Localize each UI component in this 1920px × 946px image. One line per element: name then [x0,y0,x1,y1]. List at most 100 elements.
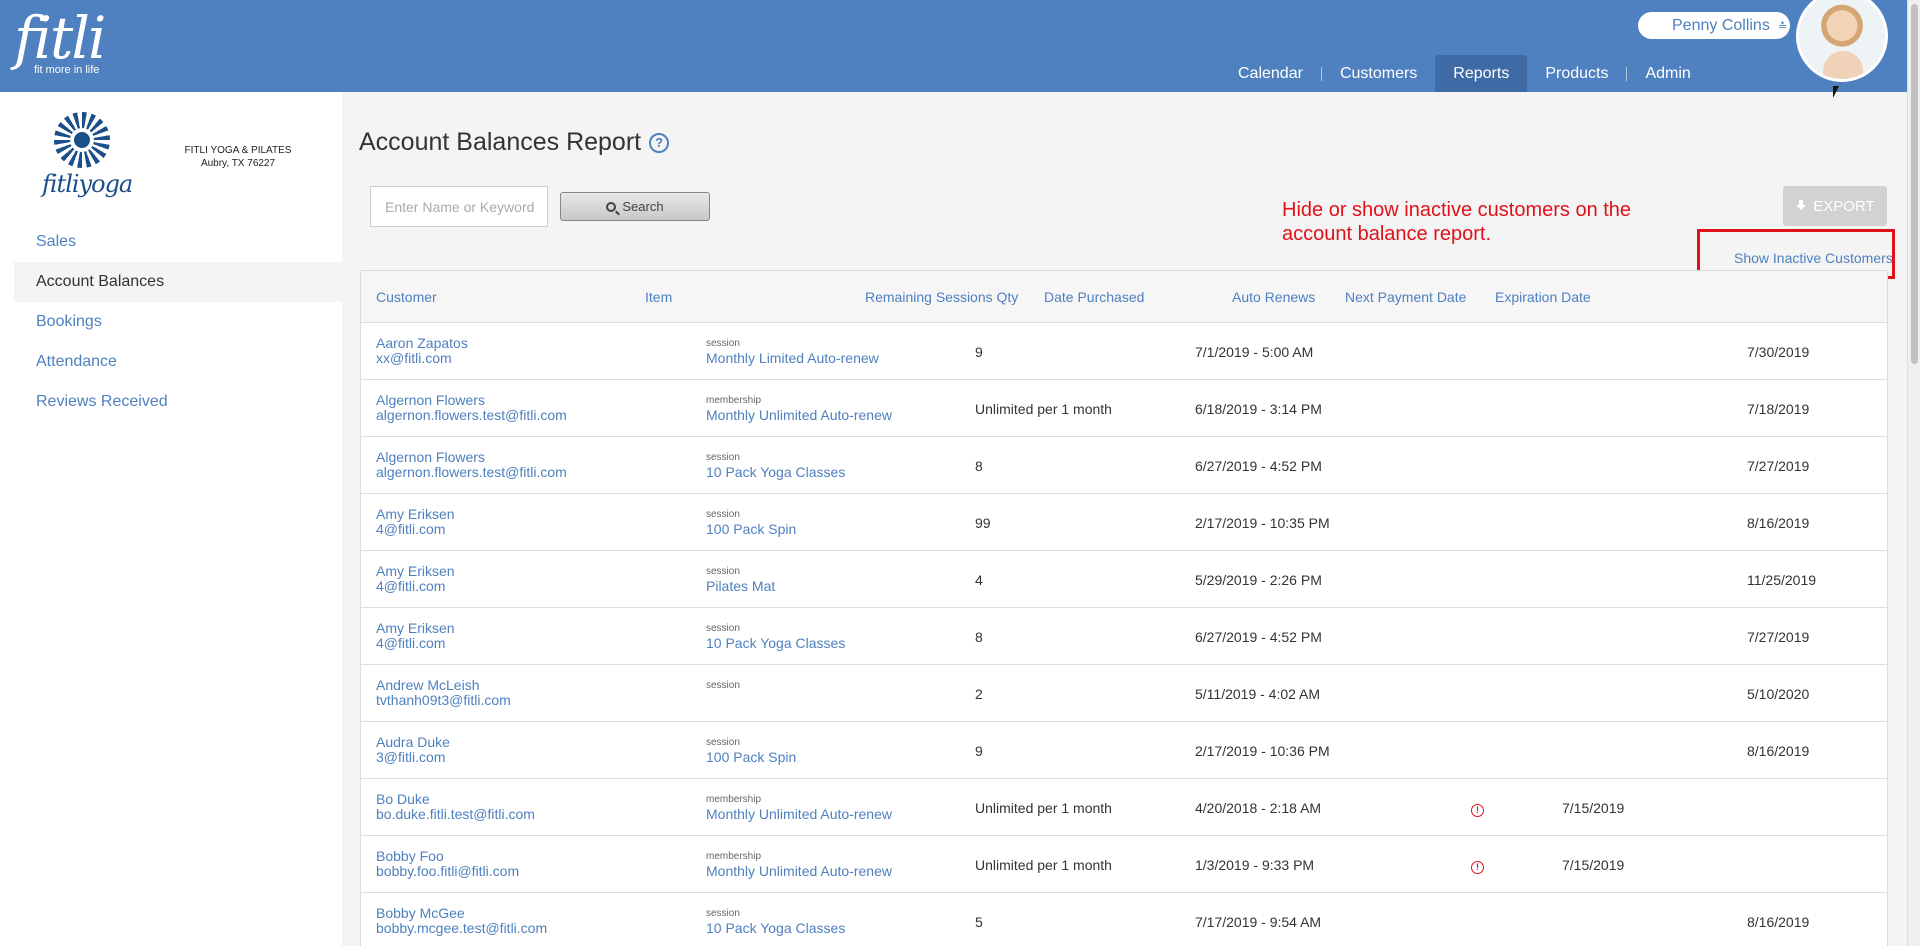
customer-cell: Amy Eriksen 4@fitli.com [376,621,455,651]
nav-products[interactable]: Products [1527,55,1626,92]
customer-name-link[interactable]: Audra Duke [376,735,450,750]
date-purchased-cell: 6/27/2019 - 4:52 PM [1195,629,1322,645]
item-name-link[interactable]: 10 Pack Yoga Classes [706,921,845,936]
nav-calendar[interactable]: Calendar [1220,55,1321,92]
item-name-link[interactable]: 10 Pack Yoga Classes [706,636,845,651]
item-cell: session Monthly Limited Auto-renew [706,336,879,366]
table-row: Bobby McGee bobby.mcgee.test@fitli.com ses… [361,893,1887,946]
nav-admin[interactable]: Admin [1627,55,1708,92]
column-header-date-purchased[interactable]: Date Purchased [1044,289,1144,305]
item-name-link[interactable]: 100 Pack Spin [706,750,796,765]
sidebar-item-account-balances[interactable]: Account Balances [14,262,342,302]
remaining-sessions-cell: 99 [975,515,991,531]
customer-name-link[interactable]: Amy Eriksen [376,621,455,636]
customer-email-link[interactable]: xx@fitli.com [376,351,468,366]
expiration-date-cell: 7/27/2019 [1747,629,1810,645]
sidebar-item-bookings[interactable]: Bookings [14,302,342,342]
item-cell: session 100 Pack Spin [706,735,796,765]
business-info: FITLI YOGA & PILATES Aubry, TX 76227 [168,144,308,170]
expiration-date-cell: 7/30/2019 [1747,344,1810,360]
customer-name-link[interactable]: Amy Eriksen [376,507,455,522]
sidebar-item-attendance[interactable]: Attendance [14,342,342,382]
scrollbar-thumb[interactable] [1911,4,1918,364]
item-cell: membership Monthly Unlimited Auto-renew [706,792,892,822]
search-button[interactable]: Search [560,192,710,221]
expiration-date-cell: 11/25/2019 [1747,572,1817,588]
customer-email-link[interactable]: 4@fitli.com [376,579,455,594]
column-header-auto-renews[interactable]: Auto Renews [1232,289,1315,305]
customer-name-link[interactable]: Aaron Zapatos [376,336,468,351]
date-purchased-cell: 1/3/2019 - 9:33 PM [1195,857,1315,873]
column-header-expiration-date[interactable]: Expiration Date [1495,289,1591,305]
column-header-remaining-sessions-qty[interactable]: Remaining Sessions Qty [865,289,1018,305]
customer-email-link[interactable]: algernon.flowers.test@fitli.com [376,465,567,480]
show-inactive-customers-link[interactable]: Show Inactive Customers [1734,250,1893,266]
customer-cell: Aaron Zapatos xx@fitli.com [376,336,468,366]
customer-name-link[interactable]: Algernon Flowers [376,450,567,465]
column-header-customer[interactable]: Customer [376,289,437,305]
item-cell: session 100 Pack Spin [706,507,796,537]
item-name-link[interactable]: Monthly Unlimited Auto-renew [706,864,892,879]
page-scrollbar[interactable] [1907,0,1920,946]
customer-name-link[interactable]: Bo Duke [376,792,535,807]
date-purchased-cell: 5/11/2019 - 4:02 AM [1195,686,1321,702]
user-menu-button[interactable]: Penny Collins ≛ [1638,12,1790,39]
customer-email-link[interactable]: 3@fitli.com [376,750,450,765]
column-header-item[interactable]: Item [645,289,672,305]
business-name: FITLI YOGA & PILATES [184,145,292,156]
remaining-sessions-cell: Unlimited per 1 month [975,401,1112,417]
table-row: Amy Eriksen 4@fitli.com session 10 Pack Yog… [361,608,1887,665]
item-type: membership [706,794,762,805]
expiration-date-cell: 8/16/2019 [1747,914,1810,930]
export-button[interactable]: EXPORT [1783,186,1887,226]
customer-email-link[interactable]: algernon.flowers.test@fitli.com [376,408,567,423]
next-payment-date-cell: 7/15/2019 [1562,857,1625,873]
column-header-next-payment-date[interactable]: Next Payment Date [1345,289,1466,305]
expiration-date-cell: 7/27/2019 [1747,458,1810,474]
remaining-sessions-cell: Unlimited per 1 month [975,800,1112,816]
customer-email-link[interactable]: 4@fitli.com [376,636,455,651]
item-name-link[interactable]: Monthly Unlimited Auto-renew [706,807,892,822]
item-name-link[interactable]: Monthly Unlimited Auto-renew [706,408,892,423]
item-type: session [706,737,740,748]
date-purchased-cell: 2/17/2019 - 10:36 PM [1195,743,1330,759]
item-name-link[interactable]: 10 Pack Yoga Classes [706,465,845,480]
customer-email-link[interactable]: bo.duke.fitli.test@fitli.com [376,807,535,822]
fitli-logo[interactable]: fitli fit more in life [14,6,106,76]
remaining-sessions-cell: 8 [975,458,983,474]
sidebar: fitliyoga FITLI YOGA & PILATES Aubry, TX… [0,92,342,946]
search-input[interactable] [370,186,548,227]
sun-logo-icon [54,112,110,168]
date-purchased-cell: 2/17/2019 - 10:35 PM [1195,515,1330,531]
customer-email-link[interactable]: bobby.mcgee.test@fitli.com [376,921,547,936]
auto-renews-cell: ! [1471,857,1484,874]
avatar[interactable] [1796,0,1888,82]
customer-name-link[interactable]: Bobby McGee [376,906,547,921]
item-type: session [706,452,740,463]
customer-name-link[interactable]: Andrew McLeish [376,678,511,693]
table-body: Aaron Zapatos xx@fitli.com session Monthly … [361,323,1887,946]
customer-name-link[interactable]: Algernon Flowers [376,393,567,408]
help-icon[interactable]: ? [649,132,670,153]
item-name-link[interactable]: Pilates Mat [706,579,775,594]
customer-name-link[interactable]: Bobby Foo [376,849,519,864]
sidebar-item-reviews-received[interactable]: Reviews Received [14,382,342,422]
table-row: Algernon Flowers algernon.flowers.test@fi… [361,437,1887,494]
date-purchased-cell: 4/20/2018 - 2:18 AM [1195,800,1322,816]
alert-circle-icon[interactable]: ! [1471,804,1484,817]
nav-customers[interactable]: Customers [1322,55,1435,92]
customer-email-link[interactable]: tvthanh09t3@fitli.com [376,693,511,708]
item-name-link[interactable]: Monthly Limited Auto-renew [706,351,879,366]
customer-name-link[interactable]: Amy Eriksen [376,564,455,579]
nav-reports[interactable]: Reports [1435,55,1528,92]
item-name-link[interactable]: 100 Pack Spin [706,522,796,537]
main-nav: Calendar Customers Reports Products Admin [1220,55,1709,92]
customer-email-link[interactable]: bobby.foo.fitli@fitli.com [376,864,519,879]
sidebar-item-sales[interactable]: Sales [14,222,342,262]
customer-cell: Algernon Flowers algernon.flowers.test@fi… [376,393,567,423]
customer-email-link[interactable]: 4@fitli.com [376,522,455,537]
table-row: Audra Duke 3@fitli.com session 100 Pack Spi… [361,722,1887,779]
alert-circle-icon[interactable]: ! [1471,861,1484,874]
table-header: Customer Item Remaining Sessions Qty Date P… [361,271,1887,323]
item-type: session [706,680,740,691]
